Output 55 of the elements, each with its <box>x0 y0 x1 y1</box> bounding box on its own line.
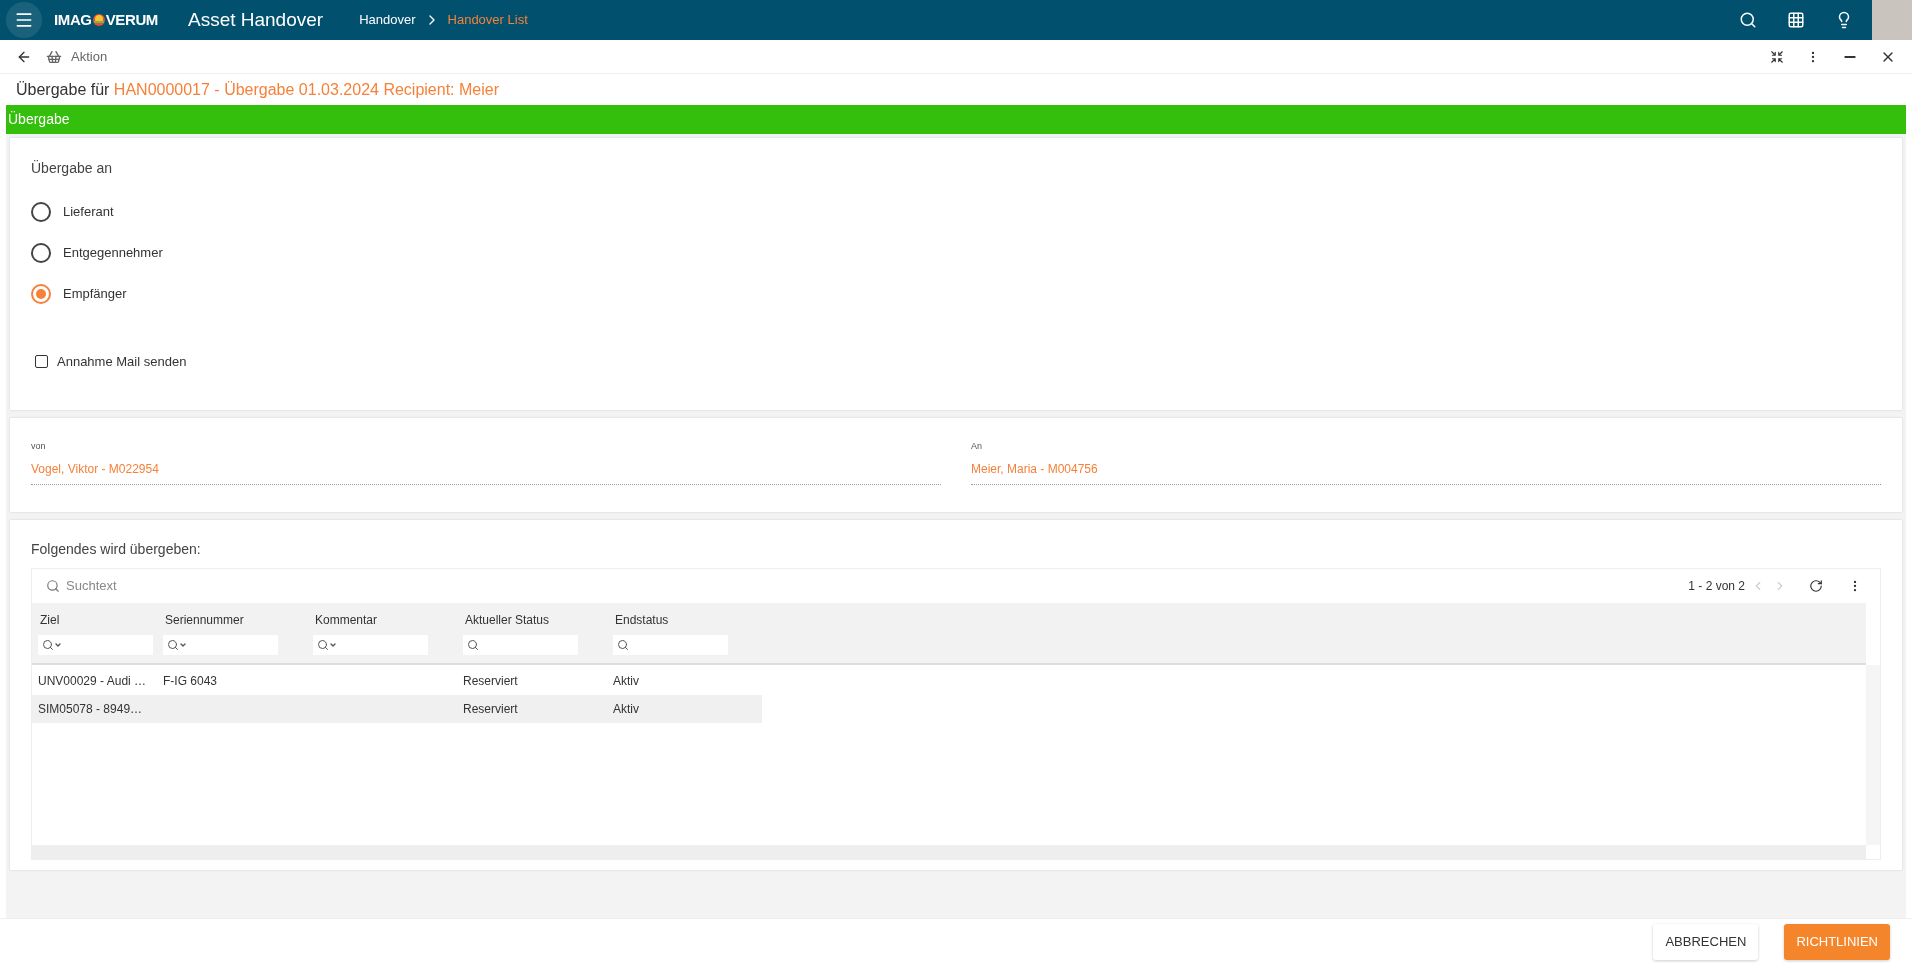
radio-button[interactable] <box>31 202 51 222</box>
logo-text: VERUM <box>105 9 158 30</box>
table-row[interactable]: SIM05078 - 8949… Reserviert Aktiv <box>32 695 762 723</box>
breadcrumb-link[interactable]: Handover <box>359 10 416 30</box>
app-title: Asset Handover <box>187 7 324 32</box>
menu-icon <box>14 10 34 30</box>
filter-field[interactable] <box>463 635 578 655</box>
search-icon <box>1739 11 1757 29</box>
table-cell-text: Reserviert <box>462 673 519 690</box>
logo-text: IMAG <box>54 9 92 30</box>
table-cell-text: F-IG 6043 <box>162 673 219 690</box>
column-header[interactable]: Kommentar <box>313 611 457 629</box>
section-label: Folgendes wird übergeben: <box>31 540 202 559</box>
collapse-icon[interactable] <box>1770 49 1784 64</box>
table-cell-text: Aktiv <box>612 673 640 690</box>
column-header[interactable]: Aktueller Status <box>463 611 607 629</box>
filter-field[interactable] <box>313 635 428 655</box>
filter-menu-icon <box>42 639 62 651</box>
radio-label: Lieferant <box>63 203 114 222</box>
radio-label: Entgegennehmer <box>63 244 163 263</box>
search-icon <box>617 639 629 651</box>
table-cell-text: SIM05078 - 8949… <box>37 701 144 718</box>
pagination-text: 1 - 2 von 2 <box>1688 578 1745 595</box>
search-icon <box>46 579 60 593</box>
radio-label: Empfänger <box>63 285 127 304</box>
filter-field[interactable] <box>163 635 278 655</box>
radio-button[interactable] <box>31 243 51 263</box>
breadcrumb-link[interactable]: Handover List <box>447 10 528 30</box>
column-header[interactable]: Ziel <box>38 611 157 629</box>
field-label: von <box>31 440 47 453</box>
filter-menu-icon <box>317 639 337 651</box>
field-label: An <box>971 440 983 453</box>
refresh-icon[interactable] <box>1809 579 1823 593</box>
search-icon <box>467 639 479 651</box>
table-cell-text: UNV00029 - Audi … <box>37 673 148 690</box>
toolbar-label: Aktion <box>71 47 108 66</box>
menu-button[interactable] <box>6 2 42 38</box>
group-label: Übergabe an <box>31 159 113 178</box>
column-header[interactable]: Endstatus <box>613 611 757 629</box>
filter-menu-icon <box>167 639 187 651</box>
table-cell-text: Aktiv <box>612 701 640 718</box>
basket-icon <box>46 48 62 65</box>
checkbox[interactable] <box>35 355 48 369</box>
filter-field[interactable] <box>38 635 153 655</box>
logo-icon <box>91 13 106 27</box>
radio-button[interactable] <box>31 284 51 304</box>
page-heading: Übergabe für HAN0000017 - Übergabe 01.03.2024 Recipient: Meier <box>16 79 499 100</box>
cancel-button[interactable]: ABBRECHEN <box>1653 923 1759 960</box>
table-cell-text: Reserviert <box>462 701 519 718</box>
section-bar: Übergabe <box>6 105 1906 134</box>
search-field[interactable]: Suchtext <box>66 576 366 596</box>
column-header[interactable]: Seriennummer <box>163 611 307 629</box>
checkbox-label: Annahme Mail senden <box>57 353 187 371</box>
filter-field[interactable] <box>613 635 728 655</box>
grid-icon <box>1787 11 1805 29</box>
